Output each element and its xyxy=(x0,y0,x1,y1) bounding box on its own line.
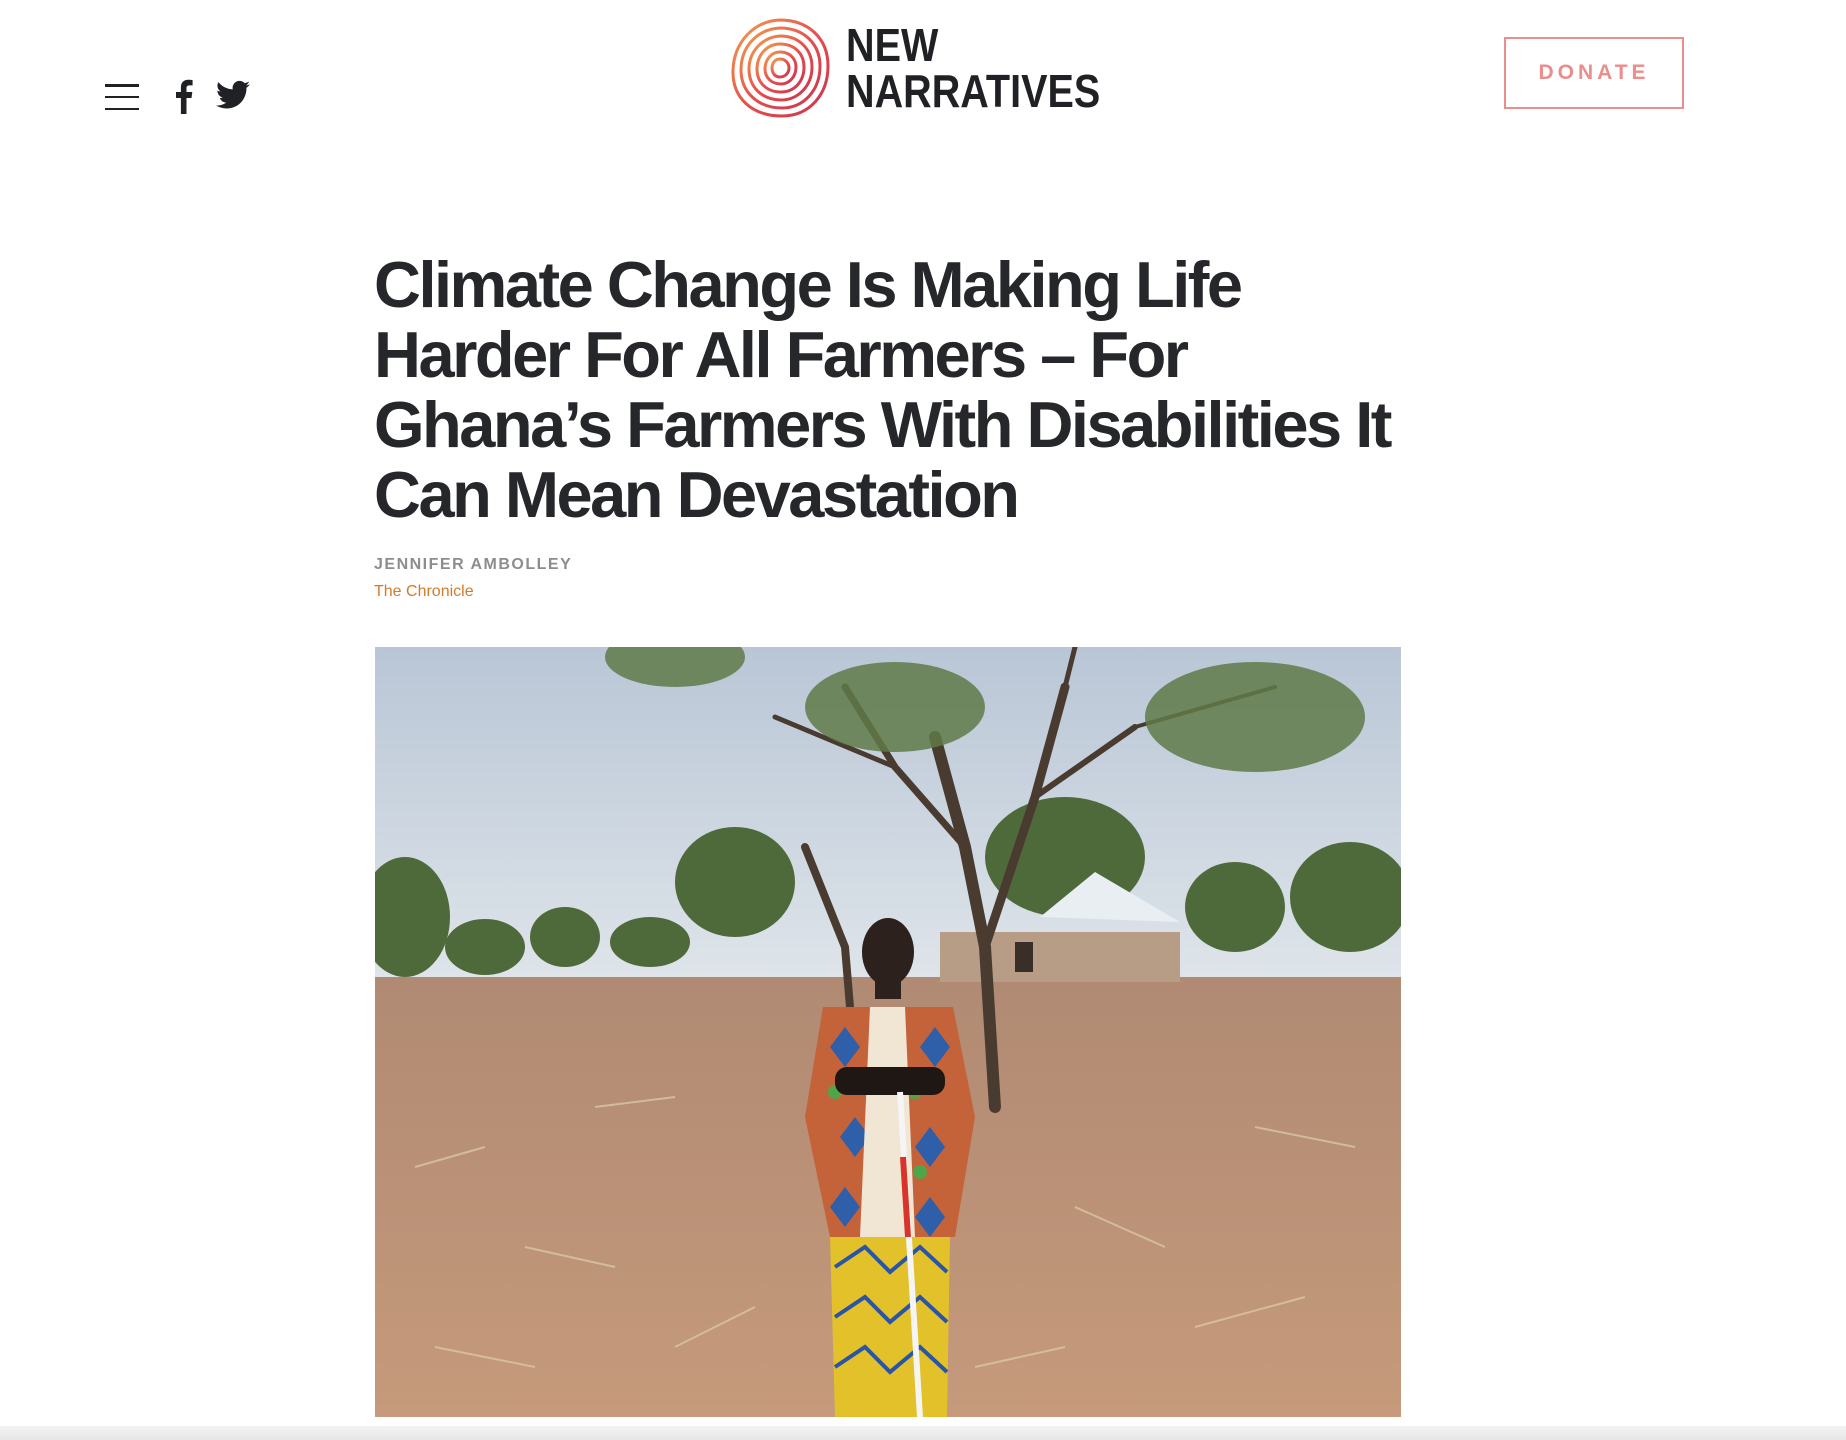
hero-image xyxy=(375,647,1401,1417)
logo-line-1: NEW xyxy=(846,19,939,71)
logo-wordmark: NEW NARRATIVES xyxy=(846,22,1100,114)
hamburger-menu-icon[interactable] xyxy=(105,84,139,110)
twitter-icon[interactable] xyxy=(216,80,250,110)
logo-line-2: NARRATIVES xyxy=(846,65,1101,117)
site-logo[interactable]: NEW NARRATIVES xyxy=(728,16,1142,120)
browser-bottom-edge xyxy=(0,1426,1846,1440)
concentric-rings-logo-icon xyxy=(731,18,830,118)
donate-button[interactable]: DONATE xyxy=(1504,37,1684,109)
author-byline[interactable]: JENNIFER AMBOLLEY xyxy=(374,556,572,574)
partner-outlet-link[interactable]: The Chronicle xyxy=(374,583,474,601)
page: NEW NARRATIVES DONATE Climate Change Is … xyxy=(0,0,1846,1440)
article-headline: Climate Change Is Making Life Harder For… xyxy=(374,248,1392,531)
facebook-icon[interactable] xyxy=(172,78,194,114)
